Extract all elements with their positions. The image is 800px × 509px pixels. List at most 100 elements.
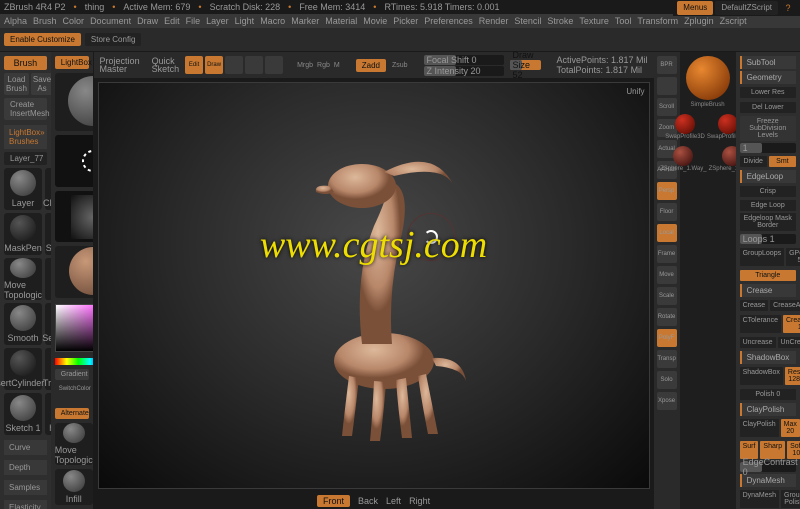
zsub-button[interactable]: Zsub — [392, 62, 408, 69]
edgecontrast-slider[interactable]: EdgeContrast 0 — [740, 462, 796, 472]
section-samples[interactable]: Samples — [4, 480, 47, 495]
menu-alpha[interactable]: Alpha — [4, 16, 27, 26]
default-zscript-button[interactable]: DefaultZScript — [715, 1, 778, 15]
sb-polish-button[interactable]: Polish 0 — [740, 389, 796, 400]
alpha-thumb[interactable] — [55, 191, 94, 242]
swapprofile-a-thumb[interactable] — [675, 114, 695, 134]
z-intensity-slider[interactable]: Z Intensity 20 — [424, 66, 504, 76]
viewport[interactable]: www.cgtsj.com Unify — [98, 82, 650, 489]
lower-res-button[interactable]: Lower Res — [740, 87, 796, 98]
focal-shift-slider[interactable]: Focal Shift 0 — [424, 55, 504, 65]
menu-draw[interactable]: Draw — [137, 16, 158, 26]
edit-icon[interactable]: Edit — [185, 56, 203, 74]
save-as-button[interactable]: Save As — [31, 73, 51, 95]
uncrease-button[interactable]: Uncrease — [740, 337, 776, 348]
xpose-icon[interactable]: Xpose — [657, 392, 677, 410]
color-picker[interactable] — [55, 304, 94, 352]
view-front-button[interactable]: Front — [317, 495, 350, 507]
subdiv-slider[interactable]: 1 — [740, 143, 796, 153]
current-brush[interactable] — [55, 73, 94, 131]
alternate-button[interactable]: Alternate — [55, 408, 89, 419]
ctolerance-button[interactable]: CTolerance — [740, 315, 781, 333]
dynamesh-button[interactable]: DynaMesh — [740, 490, 779, 508]
menu-zscript[interactable]: Zscript — [720, 16, 747, 26]
menu-tool[interactable]: Tool — [615, 16, 632, 26]
sb-res-button[interactable]: Res 128 — [785, 367, 800, 385]
crisp-button[interactable]: Crisp — [740, 186, 796, 197]
brush-maskpen[interactable]: MaskPen — [4, 213, 42, 255]
brush-layer[interactable]: Layer — [4, 168, 42, 210]
view-left-button[interactable]: Left — [386, 496, 401, 506]
move-icon[interactable] — [225, 56, 243, 74]
menu-movie[interactable]: Movie — [363, 16, 387, 26]
m-button[interactable]: M — [334, 62, 340, 69]
transp-icon[interactable]: Transp — [657, 350, 677, 368]
tray-brush-move-topo[interactable]: Move Topologic — [55, 423, 93, 465]
grouploops-button[interactable]: GroupLoops — [740, 248, 785, 266]
menu-render[interactable]: Render — [479, 16, 509, 26]
lightbox-brushes-label[interactable]: LightBox» Brushes — [4, 125, 47, 149]
menu-macro[interactable]: Macro — [260, 16, 285, 26]
menu-preferences[interactable]: Preferences — [424, 16, 473, 26]
lightbox-button[interactable]: LightBox — [55, 56, 89, 69]
nav-rotate-icon[interactable]: Rotate — [657, 308, 677, 326]
zsphere-a-thumb[interactable] — [673, 146, 693, 166]
creaselvl-button[interactable]: CreaseLvl 15 — [783, 315, 800, 333]
section-elasticity[interactable]: Elasticity — [4, 500, 47, 509]
menu-stencil[interactable]: Stencil — [514, 16, 541, 26]
smt-button[interactable]: Smt — [769, 156, 796, 167]
layer-slider[interactable]: Layer_77 — [4, 152, 47, 165]
menu-picker[interactable]: Picker — [393, 16, 418, 26]
bpr-icon[interactable]: BPR — [657, 56, 677, 74]
store-config-button[interactable]: Store Config — [85, 33, 141, 46]
gradient-button[interactable]: Gradient — [55, 369, 89, 380]
tray-brush-infill[interactable]: Infill — [55, 469, 93, 505]
rotate-icon[interactable] — [265, 56, 283, 74]
claypolish-header[interactable]: ClayPolish — [740, 403, 796, 416]
polyf-icon[interactable]: PolyF — [657, 329, 677, 347]
menu-document[interactable]: Document — [90, 16, 131, 26]
subtool-header[interactable]: SubTool — [740, 56, 796, 69]
view-back-button[interactable]: Back — [358, 496, 378, 506]
creaseall-button[interactable]: CreaseAll — [770, 300, 800, 311]
local-icon[interactable]: Local — [657, 224, 677, 242]
brush-standard[interactable]: Standard — [45, 213, 51, 255]
material-thumb[interactable] — [55, 246, 94, 297]
shadowbox-button[interactable]: ShadowBox — [740, 367, 783, 385]
gpolish-button[interactable]: GPolish 50 — [786, 248, 800, 266]
scale-icon[interactable] — [245, 56, 263, 74]
menus-button[interactable]: Menus — [677, 1, 713, 15]
load-brush-button[interactable]: Load Brush — [4, 73, 29, 95]
brush-clothhook[interactable]: ClothHook — [45, 168, 51, 210]
zadd-button[interactable]: Zadd — [356, 59, 386, 72]
menu-file[interactable]: File — [186, 16, 201, 26]
menu-layer[interactable]: Layer — [206, 16, 229, 26]
nav-move-icon[interactable]: Move — [657, 266, 677, 284]
persp-icon[interactable]: Persp — [657, 182, 677, 200]
crease-header[interactable]: Crease — [740, 284, 796, 297]
brush-move-topologic[interactable]: Move Topologic — [4, 258, 42, 300]
section-depth[interactable]: Depth — [4, 460, 47, 475]
edgeloop-button[interactable]: Edge Loop — [740, 200, 796, 211]
view-right-button[interactable]: Right — [409, 496, 430, 506]
draw-icon[interactable]: Draw — [205, 56, 223, 74]
menu-edit[interactable]: Edit — [164, 16, 180, 26]
uncreaseall-button[interactable]: UnCreaseAll — [778, 337, 800, 348]
draw-size-slider[interactable]: Draw Size 52 — [510, 60, 541, 70]
frame-icon[interactable]: Frame — [657, 245, 677, 263]
menu-light[interactable]: Light — [235, 16, 255, 26]
edgeloop-header[interactable]: EdgeLoop — [740, 170, 796, 183]
hue-bar[interactable] — [55, 358, 94, 365]
crease-button[interactable]: Crease — [740, 300, 769, 311]
quick-sketch-button[interactable]: QuickSketch — [152, 57, 180, 73]
unify-button[interactable]: Unify — [626, 87, 644, 96]
geometry-header[interactable]: Geometry — [740, 71, 796, 84]
menu-color[interactable]: Color — [63, 16, 85, 26]
menu-transform[interactable]: Transform — [637, 16, 678, 26]
nav-scale-icon[interactable]: Scale — [657, 287, 677, 305]
solo-icon[interactable]: Solo — [657, 371, 677, 389]
section-curve[interactable]: Curve — [4, 440, 47, 455]
group-polish-button[interactable]: Group Polish — [781, 490, 800, 508]
del-lower-button[interactable]: Del Lower — [740, 102, 796, 113]
mrgb-button[interactable]: Mrgb — [297, 62, 313, 69]
